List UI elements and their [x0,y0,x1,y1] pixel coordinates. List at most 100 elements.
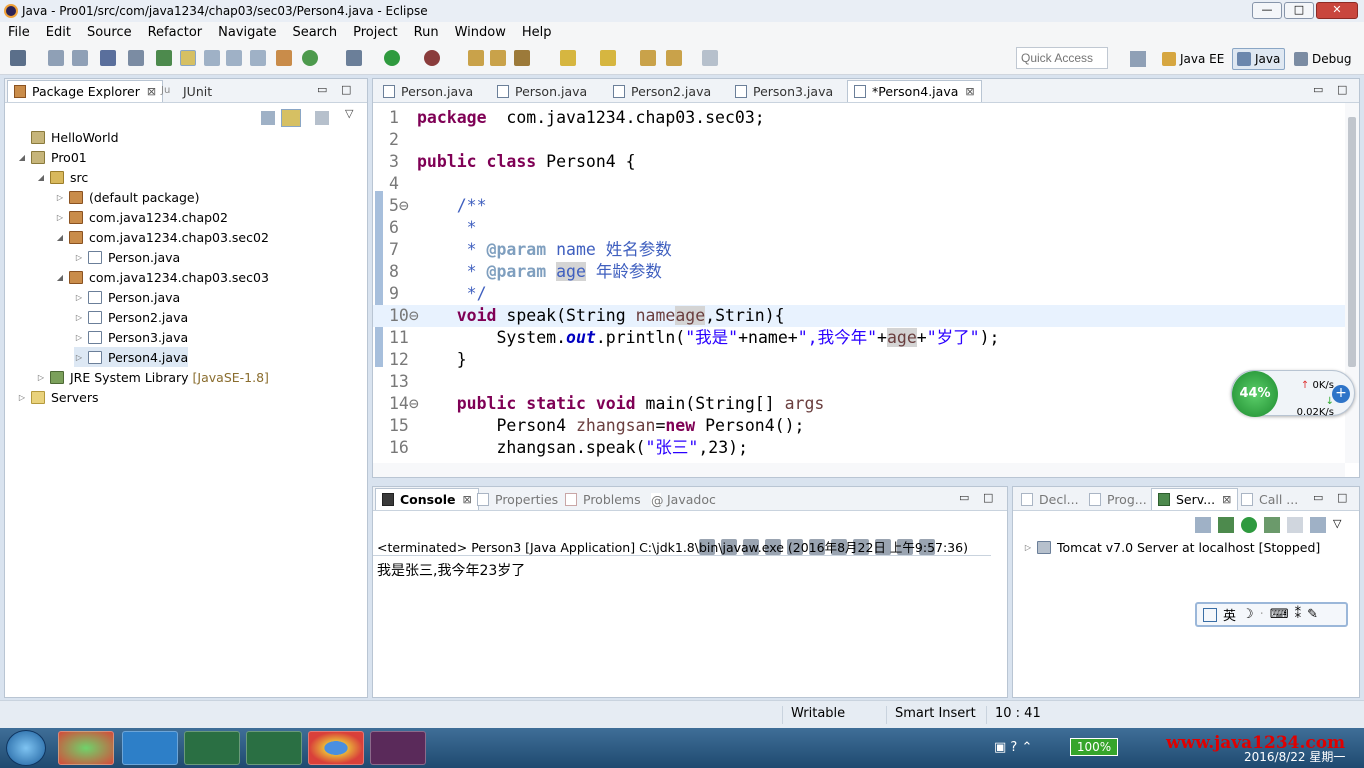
maximize-servers-icon[interactable]: □ [1337,491,1347,504]
code-line[interactable]: 9 */ [373,283,1359,305]
split-icon[interactable]: ⁑ [1295,607,1302,622]
minimize-view-icon[interactable]: ▭ [317,83,327,96]
editor-tab[interactable]: Person2.java [607,80,717,102]
tab-package-explorer[interactable]: Package Explorer ⊠ [7,80,164,102]
code-line[interactable]: 15 Person4 zhangsan=new Person4(); [373,415,1359,437]
menu-search[interactable]: Search [284,25,345,40]
show-whitespace-icon[interactable] [250,50,266,66]
menu-run[interactable]: Run [406,25,447,40]
code-line[interactable]: 1 package com.java1234.chap03.sec03; [373,107,1359,129]
tray-icons[interactable]: ▣ ? ⌃ [994,740,1032,755]
minimize-editor-icon[interactable]: ▭ [1313,83,1323,96]
code-line[interactable]: 5⊖ /** [373,195,1359,217]
maximize-editor-icon[interactable]: □ [1337,83,1347,96]
code-line[interactable]: 14⊖ public static void main(String[] arg… [373,393,1359,415]
next-annotation-icon[interactable] [560,50,576,66]
maximize-console-icon[interactable]: □ [983,491,993,504]
expand-arrow-icon[interactable]: ▷ [74,253,84,262]
run-icon[interactable] [384,50,400,66]
perspective-debug[interactable]: Debug [1290,48,1355,70]
open-task-icon[interactable] [490,50,506,66]
tree-item[interactable]: ▷ Person.java [74,247,180,267]
network-speed-widget[interactable]: 44% ↑ 0K/s ↓ 0.02K/s + [1231,370,1355,418]
debug-server-icon[interactable] [1218,517,1234,533]
editor-tab[interactable]: Person.java [491,80,593,102]
menu-navigate[interactable]: Navigate [210,25,284,40]
block-selection-icon[interactable] [204,50,220,66]
expand-arrow-icon[interactable]: ▷ [17,393,27,402]
collapse-icon[interactable] [1195,517,1211,533]
collapse-arrow-icon[interactable]: ◢ [36,173,46,182]
toggle-mark-icon[interactable] [156,50,172,66]
ime-toolbar[interactable]: 英 ☽ · ⌨ ⁑ ✎ [1195,602,1348,627]
tab-problems[interactable]: Problems [559,488,647,510]
tab-console[interactable]: Console ⊠ [375,488,479,510]
tree-item[interactable]: ▷ Person2.java [74,307,188,327]
tree-item[interactable]: ▷ Person4.java [74,347,189,367]
refresh-icon[interactable] [302,50,318,66]
tree-item[interactable]: ▷ com.java1234.chap02 [55,207,228,227]
publish-icon[interactable] [1310,517,1326,533]
code-line[interactable]: 6 * [373,217,1359,239]
tab-properties[interactable]: Properties [471,488,564,510]
stop-server-icon[interactable] [1287,517,1303,533]
maximize-button[interactable]: □ [1284,2,1314,19]
minimize-console-icon[interactable]: ▭ [959,491,969,504]
expand-icon[interactable]: ▷ [1023,543,1033,552]
code-line[interactable]: 3 public class Person4 { [373,151,1359,173]
tree-item[interactable]: ◢ com.java1234.chap03.sec02 [55,227,269,247]
collapse-arrow-icon[interactable]: ◢ [55,273,65,282]
word-wrap-icon[interactable] [226,50,242,66]
expand-arrow-icon[interactable]: ▷ [74,313,84,322]
moon-icon[interactable]: ☽ [1242,607,1254,622]
open-type-icon[interactable] [468,50,484,66]
tab-javadoc[interactable]: @ Javadoc [645,488,722,510]
minimize-servers-icon[interactable]: ▭ [1313,491,1323,504]
terminal-icon[interactable] [100,50,116,66]
tree-item[interactable]: ◢ Pro01 [17,147,87,167]
perspective-java-ee[interactable]: Java EE [1158,48,1228,70]
menu-source[interactable]: Source [79,25,140,40]
ime-language[interactable]: 英 [1223,605,1236,624]
menu-edit[interactable]: Edit [38,25,79,40]
save-all-icon[interactable] [72,50,88,66]
skip-breakpoints-icon[interactable] [128,50,144,66]
tree-item[interactable]: ◢ com.java1234.chap03.sec03 [55,267,269,287]
view-menu-icon[interactable]: ▽ [345,107,353,120]
wrench-icon[interactable]: ✎ [1307,607,1318,622]
editor-tab[interactable]: Person.java [377,80,479,102]
save-icon[interactable] [48,50,64,66]
taskbar-app-1[interactable] [58,731,114,765]
tree-item[interactable]: ▷ (default package) [55,187,200,207]
code-line[interactable]: 13 [373,371,1359,393]
menu-project[interactable]: Project [345,25,405,40]
toggle-highlight-icon[interactable] [180,50,196,66]
tab-call-hierarchy[interactable]: Call ... [1235,488,1304,510]
plus-icon[interactable]: + [1332,385,1350,403]
forward-icon[interactable] [702,50,718,66]
tab-progress[interactable]: Prog... [1083,488,1153,510]
close-icon[interactable]: ⊠ [965,85,974,98]
menu-refactor[interactable]: Refactor [140,25,211,40]
tab-declaration[interactable]: Decl... [1015,488,1085,510]
editor-tab[interactable]: Person3.java [729,80,839,102]
new-icon[interactable] [10,50,26,66]
console-output[interactable]: 我是张三,我今年23岁了 [373,555,991,681]
punctuation-icon[interactable]: · [1260,607,1264,622]
code-line[interactable]: 11 System.out.println("我是"+name+",我今年"+a… [373,327,1359,349]
code-line[interactable]: 7 * @param name 姓名参数 [373,239,1359,261]
tree-item[interactable]: ▷ JRE System Library [JavaSE-1.8] [36,367,269,387]
start-server-icon[interactable] [1241,517,1257,533]
expand-arrow-icon[interactable]: ▷ [74,353,84,362]
back-icon[interactable] [666,50,682,66]
taskbar-app-3[interactable] [184,731,240,765]
collapse-arrow-icon[interactable]: ◢ [55,233,65,242]
battery-indicator[interactable]: 100% [1070,738,1118,756]
tree-item[interactable]: ▷ Person.java [74,287,180,307]
tree-item[interactable]: ▷ Person3.java [74,327,188,347]
tab-junit[interactable]: Ju JUnit [155,80,218,102]
minimize-button[interactable]: — [1252,2,1282,19]
last-edit-icon[interactable] [640,50,656,66]
server-entry[interactable]: ▷ Tomcat v7.0 Server at localhost [Stopp… [1023,537,1320,557]
start-button[interactable] [6,730,46,766]
